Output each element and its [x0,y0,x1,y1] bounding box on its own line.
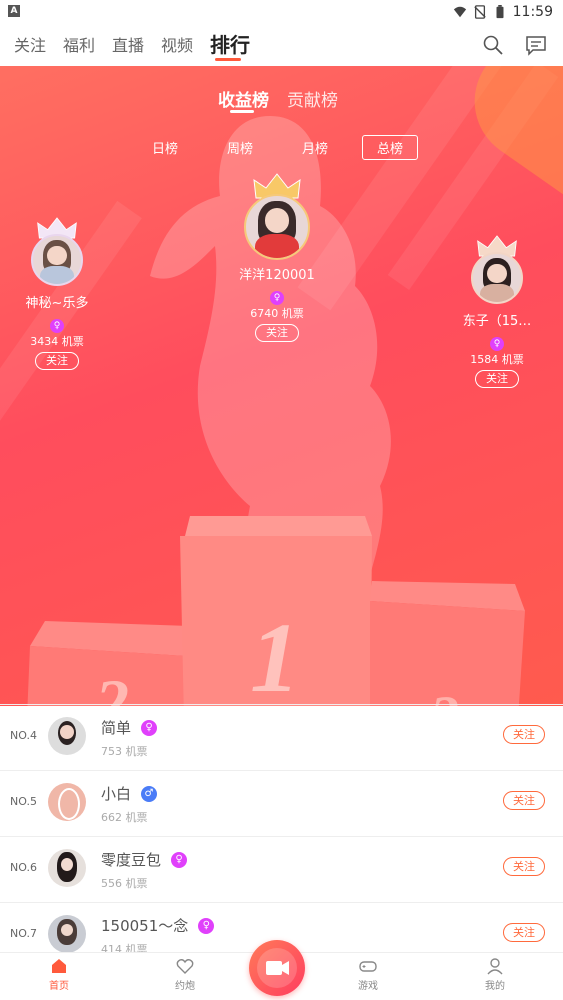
tab-contribution-rank[interactable]: 贡献榜 [287,86,338,111]
winner-rank-3: 东子（15… ♀ 1584 机票 关注 [452,234,542,388]
winner-score: 1584 机票 [470,353,524,366]
follow-button[interactable]: 关注 [503,923,545,942]
avatar[interactable] [244,194,310,260]
nav-games[interactable]: 游戏 [338,957,398,992]
message-icon[interactable] [525,34,547,56]
female-gender-icon: ♀ [141,719,158,736]
avatar[interactable] [471,252,523,304]
winner-rank-1: 洋洋120001 ♀ 6740 机票 关注 [228,172,326,342]
female-gender-icon: ♀ [198,917,215,934]
tab-earnings-rank[interactable]: 收益榜 [218,86,269,111]
rank-type-tabs: 收益榜 贡献榜 [0,86,563,126]
rank-number: NO.5 [10,795,37,808]
no-sim-icon [473,5,486,19]
user-score: 753 机票 [101,745,148,758]
clock: 11:59 [512,4,553,20]
podium: 2 1 3 [27,516,525,706]
avatar[interactable] [48,717,86,755]
tab-live[interactable]: 直播 [112,32,144,56]
podium-label: 3 [429,684,459,706]
avatar[interactable] [48,783,86,821]
winner-name: 东子（15… [462,314,532,329]
avatar[interactable] [48,915,86,953]
user-name: 小白 [101,785,132,803]
follow-button[interactable]: 关注 [35,352,79,370]
period-monthly[interactable]: 月榜 [302,138,328,157]
gamepad-icon [359,961,377,972]
list-item[interactable]: NO.6 零度豆包 ♀ 556 机票 关注 [0,836,563,903]
nav-label: 我的 [485,981,505,992]
avatar[interactable] [48,849,86,887]
nav-date[interactable]: 约炮 [155,957,215,992]
winner-name: 洋洋120001 [239,268,315,283]
winner-rank-2: 神秘~乐多 ♀ 3434 机票 关注 [12,216,102,370]
nav-label: 游戏 [358,981,378,992]
user-score: 662 机票 [101,811,148,824]
follow-button[interactable]: 关注 [503,857,545,876]
ranking-hero: 收益榜 贡献榜 日榜 周榜 月榜 总榜 洋洋120001 ♀ 6740 机票 关… [0,66,563,706]
rank-number: NO.6 [10,861,37,874]
female-gender-icon: ♀ [490,337,504,351]
tab-welfare[interactable]: 福利 [63,32,95,56]
rank-number: NO.4 [10,729,37,742]
wifi-icon [453,6,466,18]
person-icon [487,958,503,975]
nav-label: 首页 [49,981,69,992]
avatar[interactable] [31,234,83,286]
status-bar: A 11:59 [0,0,563,24]
follow-button[interactable]: 关注 [255,324,299,342]
nav-home[interactable]: 首页 [29,957,89,992]
active-tab-indicator [215,58,241,61]
female-gender-icon: ♀ [171,851,188,868]
user-score: 556 机票 [101,877,148,890]
female-gender-icon: ♀ [50,319,64,333]
tab-ranking[interactable]: 排行 [210,29,250,58]
winner-score: 6740 机票 [250,307,304,320]
list-item[interactable]: NO.5 小白 ♂ 662 机票 关注 [0,770,563,837]
follow-button[interactable]: 关注 [503,791,545,810]
heart-icon [176,959,194,974]
search-icon[interactable] [482,34,504,56]
home-icon [52,959,66,973]
winner-name: 神秘~乐多 [25,296,89,311]
follow-button[interactable]: 关注 [475,370,519,388]
user-name: 零度豆包 [101,851,162,869]
list-item[interactable]: NO.4 简单 ♀ 753 机票 关注 [0,704,563,771]
podium-label: 1 [250,602,300,706]
period-total[interactable]: 总榜 [362,135,419,160]
user-name: 简单 [101,719,132,737]
male-gender-icon: ♂ [141,785,158,802]
app-notification-icon: A [8,5,20,17]
tab-follow[interactable]: 关注 [14,32,46,56]
battery-icon [496,5,504,19]
podium-label: 2 [94,665,129,706]
user-name: 150051～念 [101,917,189,935]
rank-number: NO.7 [10,927,37,940]
winner-score: 3434 机票 [30,335,84,348]
follow-button[interactable]: 关注 [503,725,545,744]
go-live-button[interactable] [249,940,305,996]
video-camera-icon [257,948,297,988]
nav-label: 约炮 [175,981,195,992]
period-weekly[interactable]: 周榜 [227,138,253,157]
female-gender-icon: ♀ [270,291,284,305]
top-navigation: 关注 福利 直播 视频 排行 [0,24,563,66]
nav-profile[interactable]: 我的 [465,957,525,992]
period-daily[interactable]: 日榜 [152,138,178,157]
tab-video[interactable]: 视频 [161,32,193,56]
rank-tab-indicator [230,110,254,113]
